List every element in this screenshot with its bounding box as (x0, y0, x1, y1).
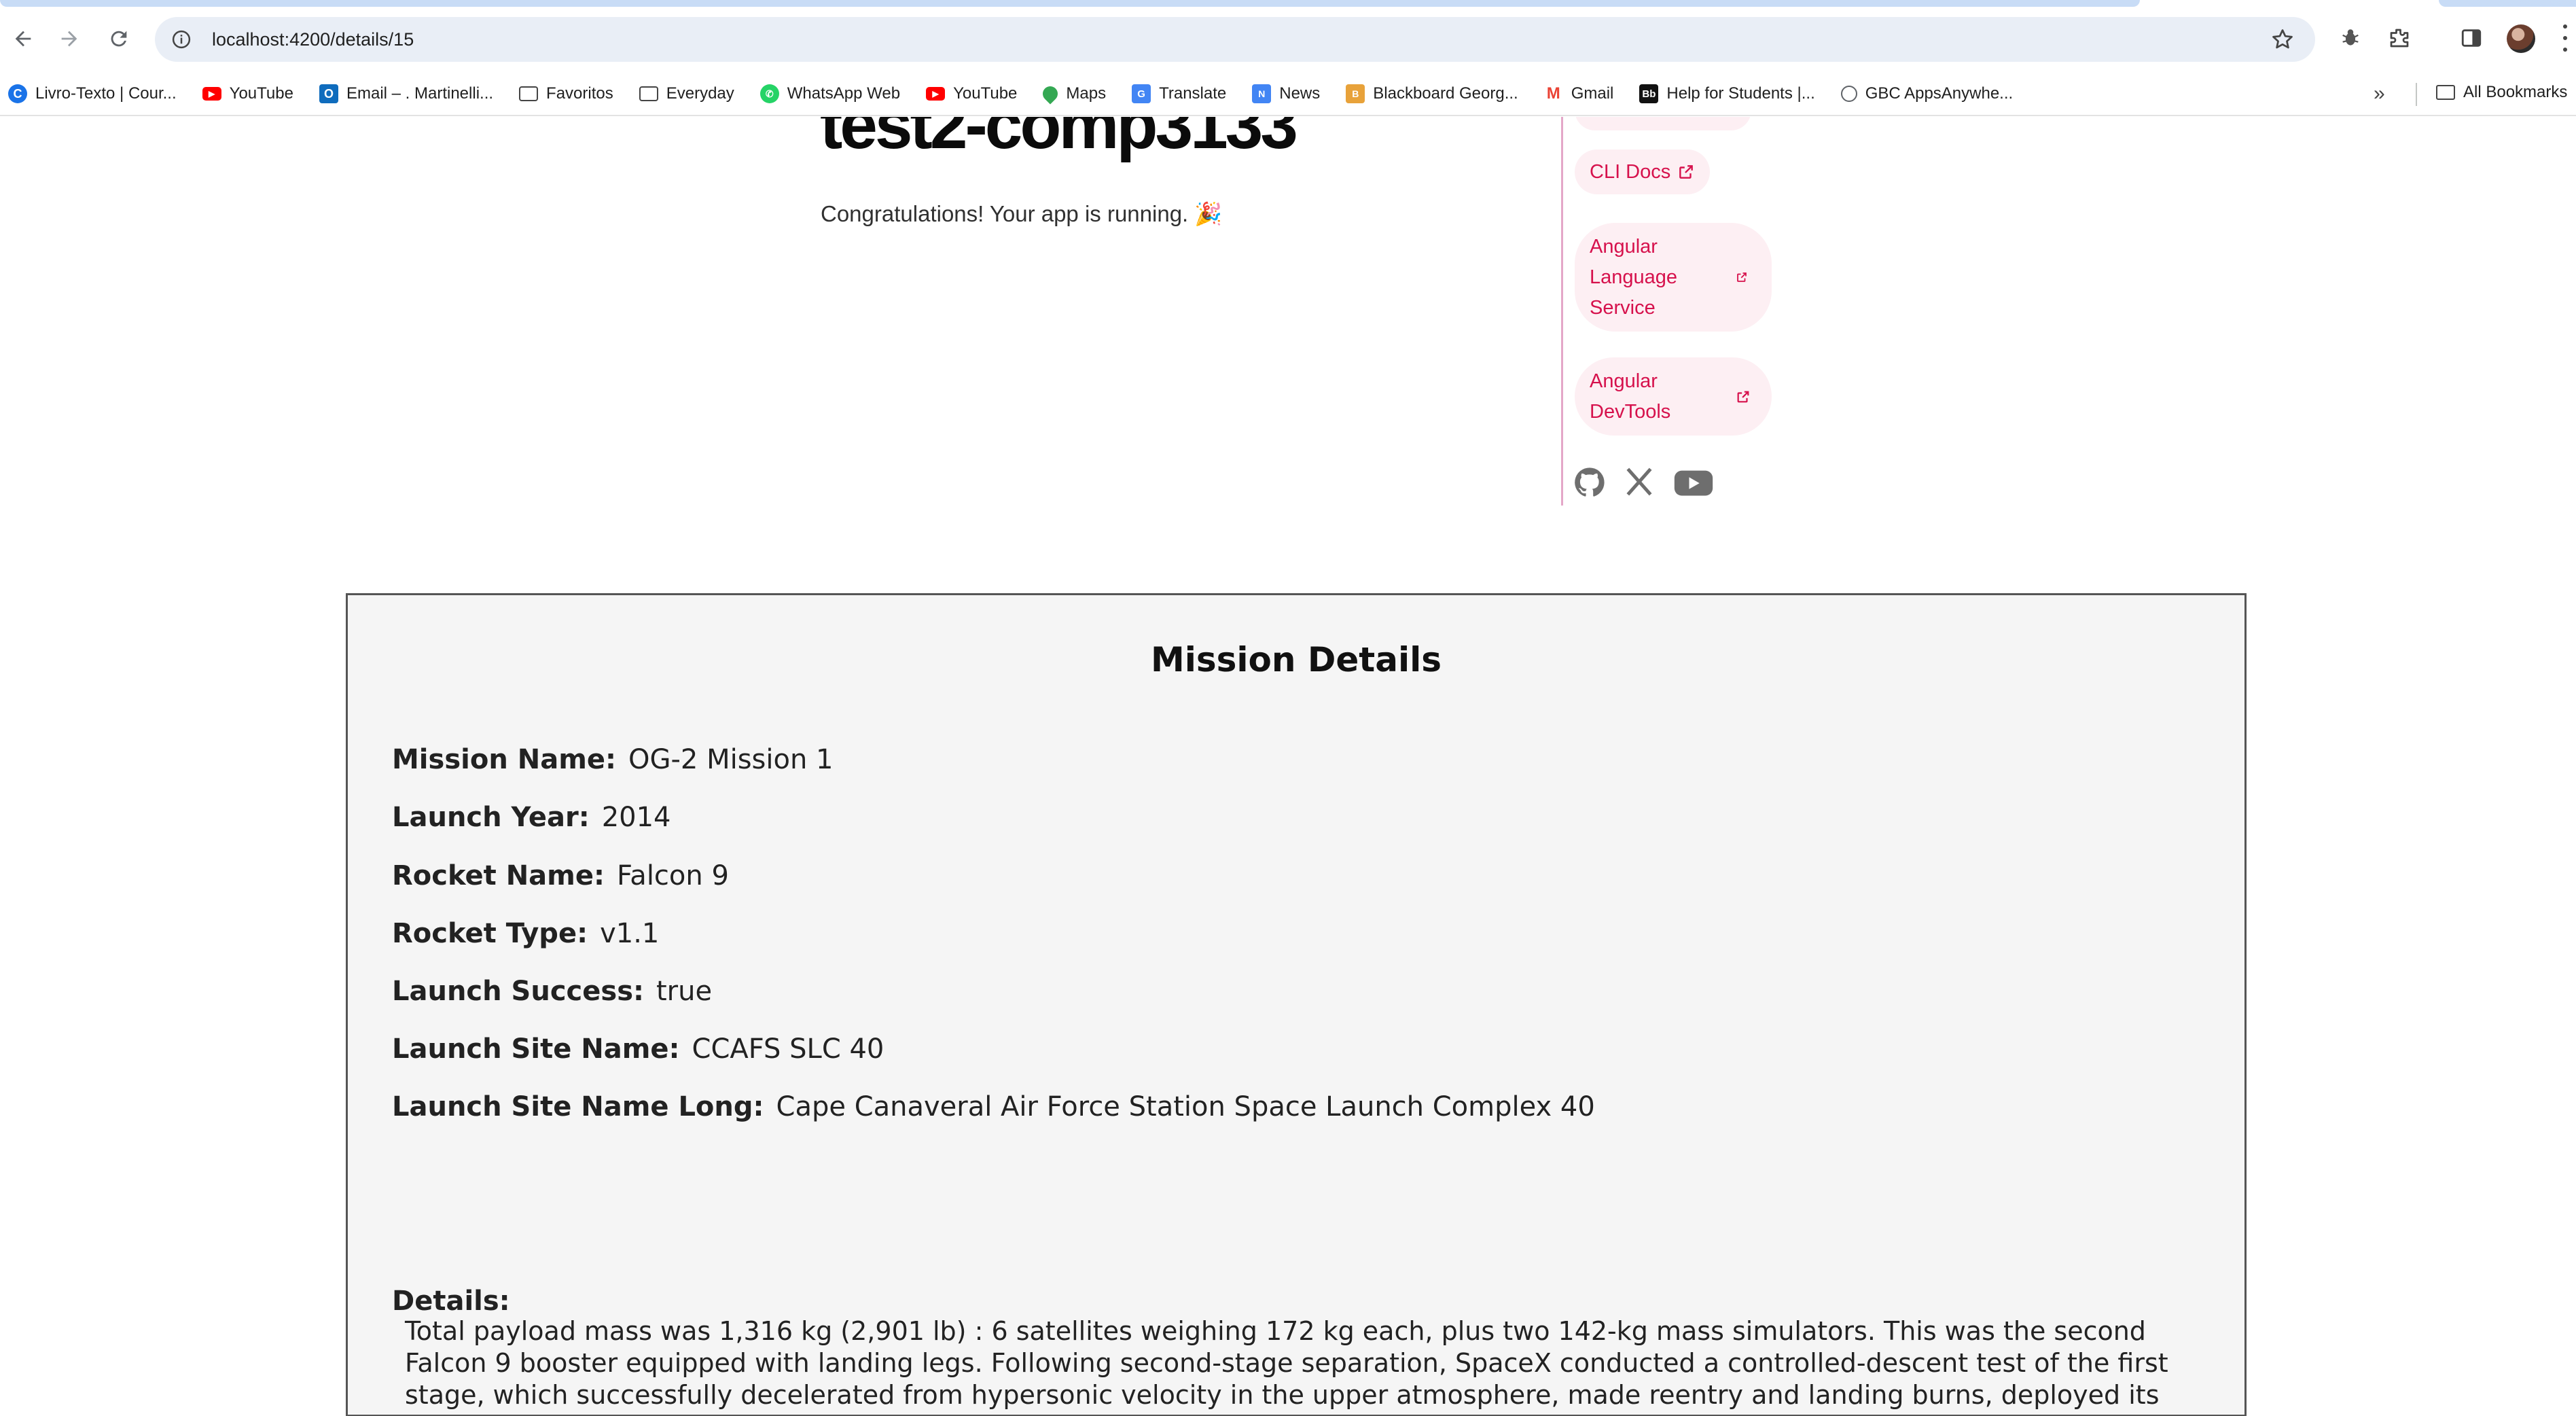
tab-strip (0, 0, 2140, 7)
bookmarks-divider (2416, 83, 2417, 106)
x-twitter-icon[interactable] (1622, 465, 1662, 504)
mission-details-card: Mission Details Mission Name: OG-2 Missio… (346, 593, 2247, 1416)
launch-success-row: Launch Success: true (392, 976, 712, 1007)
field-value: OG-2 Mission 1 (628, 744, 834, 775)
bookmark-item[interactable]: Everyday (639, 84, 734, 103)
field-value: true (656, 976, 713, 1007)
outlook-icon: O (319, 84, 338, 103)
blackboard-icon: B (1346, 84, 1365, 103)
app-title: test2-comp3133 (820, 117, 1298, 163)
bookmark-item[interactable]: C Livro-Texto | Cour... (8, 84, 177, 103)
bookmarks-bar: C Livro-Texto | Cour... ▶ YouTube O Email –… (0, 76, 2576, 111)
folder-icon (2436, 85, 2455, 100)
bookmark-item[interactable]: ✆ WhatsApp Web (759, 84, 900, 103)
launch-year-row: Launch Year: 2014 (392, 802, 670, 833)
youtube-icon: ▶ (926, 87, 946, 101)
bookmark-item[interactable]: G Translate (1132, 84, 1226, 103)
back-button[interactable] (3, 18, 43, 59)
bookmark-item[interactable]: GBC AppsAnywhe... (1840, 84, 2013, 103)
bookmark-item[interactable]: Favoritos (519, 84, 613, 103)
more-bookmarks-icon[interactable]: » (2374, 82, 2385, 105)
page-viewport: test2-comp3133 Congratulations! Your app… (0, 117, 2576, 1416)
vertical-divider (1561, 117, 1563, 506)
news-icon: N (1252, 84, 1272, 103)
bookmark-item[interactable]: B Blackboard Georg... (1346, 84, 1518, 103)
bookmark-item[interactable]: O Email – . Martinelli... (319, 84, 493, 103)
address-bar[interactable]: localhost:4200/details/15 (155, 17, 2315, 62)
bookmark-item[interactable]: Maps (1039, 83, 1106, 105)
launch-site-name-row: Launch Site Name: CCAFS SLC 40 (392, 1033, 884, 1065)
gmail-icon: M (1543, 84, 1563, 103)
field-label: Launch Site Name Long: (392, 1091, 764, 1122)
external-link-icon (1679, 165, 1694, 179)
field-label: Rocket Name: (392, 860, 605, 891)
all-bookmarks-button[interactable]: All Bookmarks (2436, 83, 2567, 102)
arrow-right-icon (61, 31, 77, 47)
puzzle-extensions-icon[interactable] (2386, 24, 2413, 52)
field-label: Rocket Type: (392, 918, 588, 949)
tab-strip-right (2439, 0, 2576, 7)
mission-name-row: Mission Name: OG-2 Mission 1 (392, 744, 833, 775)
field-value: Falcon 9 (616, 860, 729, 891)
bookmark-star-icon[interactable] (2270, 27, 2295, 52)
youtube-icon: ▶ (202, 87, 221, 101)
angular-devtools-link[interactable]: Angular DevTools (1575, 357, 1772, 436)
reload-icon (111, 31, 127, 47)
translate-icon: G (1132, 84, 1151, 103)
cli-docs-link[interactable]: CLI Docs (1575, 149, 1711, 194)
bookmark-item[interactable]: ▶ YouTube (926, 84, 1017, 103)
mission-details-heading: Mission Details (1150, 640, 1442, 679)
field-value: 2014 (601, 802, 671, 833)
blackboard-bb-icon: Bb (1639, 84, 1659, 103)
field-label: Launch Year: (392, 802, 590, 833)
url-text[interactable]: localhost:4200/details/15 (212, 29, 414, 50)
app-subtitle: Congratulations! Your app is running. 🎉 (821, 201, 1223, 226)
whatsapp-icon: ✆ (759, 84, 779, 103)
reload-button[interactable] (99, 18, 139, 59)
field-value: Cape Canaveral Air Force Station Space L… (776, 1091, 1595, 1122)
youtube-icon[interactable] (1672, 465, 1716, 504)
folder-icon (519, 86, 539, 101)
details-label: Details: (392, 1286, 510, 1317)
external-link-icon (1737, 391, 1749, 402)
rocket-name-row: Rocket Name: Falcon 9 (392, 860, 729, 891)
browser-menu-icon[interactable] (2558, 24, 2572, 52)
field-value: v1.1 (600, 918, 660, 949)
forward-button[interactable] (49, 18, 90, 59)
github-icon[interactable] (1572, 465, 1611, 504)
bookmark-item[interactable]: N News (1252, 84, 1320, 103)
field-label: Launch Success: (392, 976, 644, 1007)
bug-extension-icon[interactable] (2337, 24, 2364, 52)
bookmark-item[interactable]: ▶ YouTube (202, 84, 293, 103)
globe-icon (1840, 86, 1857, 102)
profile-avatar[interactable] (2507, 24, 2535, 53)
site-info-icon[interactable] (170, 28, 193, 51)
cengage-icon: C (8, 84, 27, 103)
launch-site-name-long-row: Launch Site Name Long: Cape Canaveral Air… (392, 1091, 1595, 1122)
external-link-icon (1737, 272, 1747, 282)
link-pill-clipped[interactable] (1575, 117, 1751, 130)
bookmark-item[interactable]: M Gmail (1543, 84, 1613, 103)
field-label: Launch Site Name: (392, 1033, 680, 1065)
field-label: Mission Name: (392, 744, 616, 775)
field-value: CCAFS SLC 40 (692, 1033, 884, 1065)
folder-icon (639, 86, 658, 101)
arrow-left-icon (15, 31, 31, 47)
side-panel-icon[interactable] (2458, 24, 2485, 52)
details-text: Total payload mass was 1,316 kg (2,901 l… (405, 1316, 2168, 1416)
maps-icon (1039, 83, 1061, 105)
bookmark-item[interactable]: Bb Help for Students |... (1639, 84, 1815, 103)
browser-chrome: localhost:4200/details/15 C Livro-Texto |… (0, 0, 2576, 116)
rocket-type-row: Rocket Type: v1.1 (392, 918, 659, 949)
angular-language-service-link[interactable]: Angular Language Service (1575, 223, 1772, 332)
